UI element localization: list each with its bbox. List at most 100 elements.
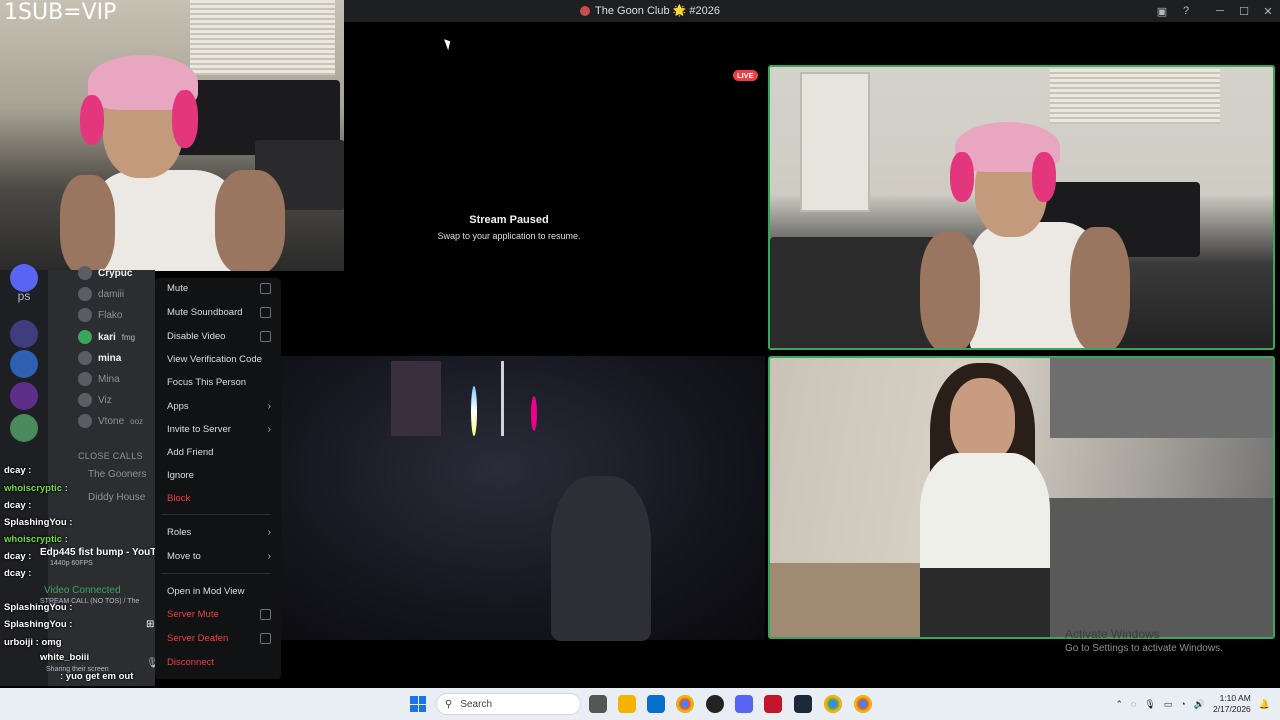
checkbox[interactable] [260,632,271,644]
chat-text: : [64,534,68,545]
menu-item-label: Ignore [167,469,194,481]
system-tray: ⌃ ◌ 🎙 ▭ ◔ 🔊 1:10 AM 2/17/2026 🔔 [1115,688,1280,720]
voice-channel[interactable]: The Gooners [88,469,146,480]
checkbox[interactable] [260,306,271,318]
taskbar: ⚲ Search ⌃ ◌ 🎙 ▭ ◔ 🔊 1:10 AM 2/17/2026 🔔 [0,688,1280,720]
headphone-right [1032,152,1056,202]
volume-icon[interactable]: 🔊 [1194,699,1205,710]
chat-text: : [28,568,32,579]
sub-vip-label: 1SUB=VIP [4,0,117,25]
avatar [78,393,92,407]
discord-icon[interactable] [735,695,753,713]
desk [770,237,940,348]
checkbox[interactable] [260,282,271,294]
task-view-icon[interactable] [589,695,607,713]
menu-item-disable-video[interactable]: Disable Video [167,327,271,345]
notification-icon[interactable]: 🔔 [1259,699,1270,710]
microphone-icon[interactable]: 🎙 [1144,699,1155,710]
voice-channel[interactable]: Diddy House [88,492,145,503]
menu-item-mute[interactable]: Mute [167,279,271,297]
chat-user: SplashingYou [4,602,67,613]
menu-item-view-verification-code[interactable]: View Verification Code [167,350,271,368]
menu-item-disconnect[interactable]: Disconnect [167,653,271,671]
chat-user: dcay [4,500,26,511]
chat-text: : [69,517,73,528]
menu-item-ignore[interactable]: Ignore [167,466,271,484]
help-icon[interactable]: ? [1174,0,1198,22]
activate-windows-subtitle: Go to Settings to activate Windows. [1065,643,1223,654]
video-tile-dark-room[interactable] [281,356,765,641]
network-icon[interactable]: ◌ [1131,699,1136,709]
menu-item-apps[interactable]: Apps › [167,397,271,415]
chrome-icon[interactable] [824,695,842,713]
checkbox[interactable] [260,608,271,620]
menu-item-mute-soundboard[interactable]: Mute Soundboard [167,303,271,321]
menu-item-server-mute[interactable]: Server Mute [167,605,271,623]
menu-item-focus-person[interactable]: Focus This Person [167,373,271,391]
video-tile-streamer[interactable] [768,65,1275,350]
menu-divider [161,514,271,515]
member-name: mina [98,352,122,364]
acrobat-icon[interactable] [764,695,782,713]
menu-item-roles[interactable]: Roles › [167,523,271,541]
menu-item-label: Move to [167,550,201,562]
menu-item-add-friend[interactable]: Add Friend [167,443,271,461]
server-icon[interactable] [10,414,38,442]
server-ps[interactable]: ps [12,289,36,303]
menu-item-open-mod-view[interactable]: Open in Mod View [167,582,271,600]
display-icon[interactable]: ▭ [1164,699,1173,710]
file-explorer-icon[interactable] [618,695,636,713]
server-icon[interactable] [10,350,38,378]
obs-icon[interactable] [706,695,724,713]
windows-start-icon[interactable] [410,696,426,712]
member-name: Viz [98,394,112,406]
maximize-button[interactable]: ☐ [1232,0,1256,22]
person-torso [95,170,235,271]
chat-text: : omg [35,637,62,648]
chat-message: dcay : [4,568,31,579]
chat-user: dcay [4,568,26,579]
member-item[interactable]: Mina [78,370,120,388]
section-header-close-calls[interactable]: CLOSE CALLS [78,451,143,461]
member-item[interactable]: Crypuc [78,264,132,282]
window-title-text: The Goon Club 🌟 #2026 [595,5,720,17]
inbox-icon[interactable]: ▣ [1150,0,1174,22]
member-item[interactable]: Viz [78,391,112,409]
steam-icon[interactable] [794,695,812,713]
chat-message: whoiscryptic : [4,483,68,494]
menu-item-server-deafen[interactable]: Server Deafen [167,629,271,647]
headphone-left [80,95,104,145]
video-tile-guest[interactable] [768,356,1275,639]
menu-item-block[interactable]: Block [167,489,271,507]
menu-item-move-to[interactable]: Move to › [167,547,271,565]
store-icon[interactable] [647,695,665,713]
menu-item-label: Disconnect [167,656,214,668]
member-item[interactable]: Flako [78,306,122,324]
led-strip [501,361,504,436]
taskbar-search[interactable]: ⚲ Search [436,693,581,715]
chat-message: SplashingYou : [4,619,72,630]
door [800,72,870,212]
minimize-button[interactable]: ─ [1208,0,1232,22]
counter [1040,498,1273,637]
clock[interactable]: 1:10 AM 2/17/2026 [1213,693,1251,715]
checkbox[interactable] [260,330,271,342]
member-badge: fmg [121,332,136,342]
server-icon[interactable] [10,264,38,292]
member-item[interactable]: kari fmg [78,328,135,346]
wifi-icon[interactable]: ◔ [1180,699,1185,709]
chrome-icon[interactable] [676,695,694,713]
chrome-icon[interactable] [854,695,872,713]
close-button[interactable]: ✕ [1256,0,1280,22]
server-icon[interactable] [10,320,38,348]
grid-icon[interactable]: ⊞ [146,619,154,630]
chevron-up-icon[interactable]: ⌃ [1115,699,1123,710]
server-icon[interactable] [10,382,38,410]
menu-item-invite-to-server[interactable]: Invite to Server › [167,420,271,438]
menu-item-label: Disable Video [167,330,226,342]
chat-text: : [64,483,68,494]
member-item[interactable]: damiii [78,285,124,303]
window-title: The Goon Club 🌟 #2026 [580,4,720,17]
member-item[interactable]: mina [78,349,121,367]
member-item[interactable]: Vtone ooz [78,412,143,430]
